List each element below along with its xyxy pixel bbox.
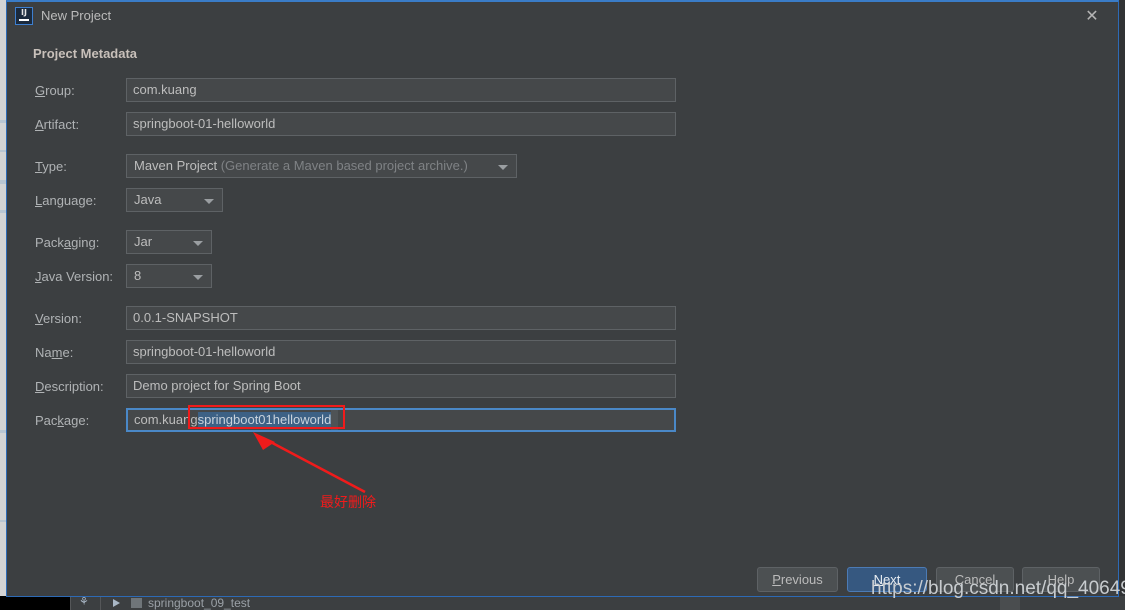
intellij-idea-icon: IJ xyxy=(15,7,33,25)
language-combobox[interactable]: Java xyxy=(126,188,223,212)
screen-root: ⚘ springboot_09_test IJ New Project ✕ Pr… xyxy=(0,0,1125,610)
label-java-version: Java Version: xyxy=(35,269,114,284)
chevron-down-icon xyxy=(204,199,214,204)
next-button[interactable]: Next xyxy=(847,567,927,592)
label-package: Package: xyxy=(35,413,90,428)
label-artifact: Artifact: xyxy=(35,117,80,132)
annotation-text: 最好删除 xyxy=(320,495,376,511)
language-value: Java xyxy=(134,192,162,207)
package-value-plain: com.kuang xyxy=(134,412,198,427)
dialog-titlebar: IJ New Project ✕ xyxy=(7,2,1118,31)
play-arrow-icon[interactable] xyxy=(113,599,120,607)
label-type: Type: xyxy=(35,159,67,174)
module-box-icon xyxy=(131,598,142,608)
background-tree-label: springboot_09_test xyxy=(148,596,251,610)
help-button[interactable]: Help xyxy=(1022,567,1100,592)
chevron-down-icon xyxy=(193,241,203,246)
label-packaging: Packaging: xyxy=(35,235,100,250)
label-language: Language: xyxy=(35,193,97,208)
cancel-button[interactable]: Cancel xyxy=(936,567,1014,592)
artifact-input[interactable]: springboot-01-helloworld xyxy=(126,112,676,136)
chevron-down-icon xyxy=(193,275,203,280)
name-input[interactable]: springboot-01-helloworld xyxy=(126,340,676,364)
group-input[interactable]: com.kuang xyxy=(126,78,676,102)
packaging-combobox[interactable]: Jar xyxy=(126,230,212,254)
version-input[interactable]: 0.0.1-SNAPSHOT xyxy=(126,306,676,330)
text-caret: . xyxy=(331,410,339,430)
page-title: Project Metadata xyxy=(33,46,138,61)
java-version-combobox[interactable]: 8 xyxy=(126,264,212,288)
packaging-value: Jar xyxy=(134,234,153,249)
package-input[interactable]: com.kuangspringboot01helloworld. xyxy=(126,408,676,432)
label-name: Name: xyxy=(35,345,74,360)
package-value-selected: springboot01helloworld xyxy=(197,412,332,427)
background-bottom-toolbar: ⚘ springboot_09_test xyxy=(0,596,1125,610)
close-icon[interactable]: ✕ xyxy=(1072,3,1112,30)
label-version: Version: xyxy=(35,311,82,326)
previous-button[interactable]: Previous xyxy=(757,567,838,592)
description-input[interactable]: Demo project for Spring Boot xyxy=(126,374,676,398)
label-group: Group: xyxy=(35,83,75,98)
label-description: Description: xyxy=(35,379,104,394)
type-value: Maven Project xyxy=(134,158,218,173)
type-combobox[interactable]: Maven Project (Generate a Maven based pr… xyxy=(126,154,517,178)
structure-icon: ⚘ xyxy=(79,596,89,608)
new-project-dialog: IJ New Project ✕ Project Metadata Group:… xyxy=(6,0,1119,597)
dialog-title: New Project xyxy=(41,8,112,23)
java-version-value: 8 xyxy=(134,268,142,283)
chevron-down-icon xyxy=(498,165,508,170)
type-hint: (Generate a Maven based project archive.… xyxy=(220,158,468,173)
